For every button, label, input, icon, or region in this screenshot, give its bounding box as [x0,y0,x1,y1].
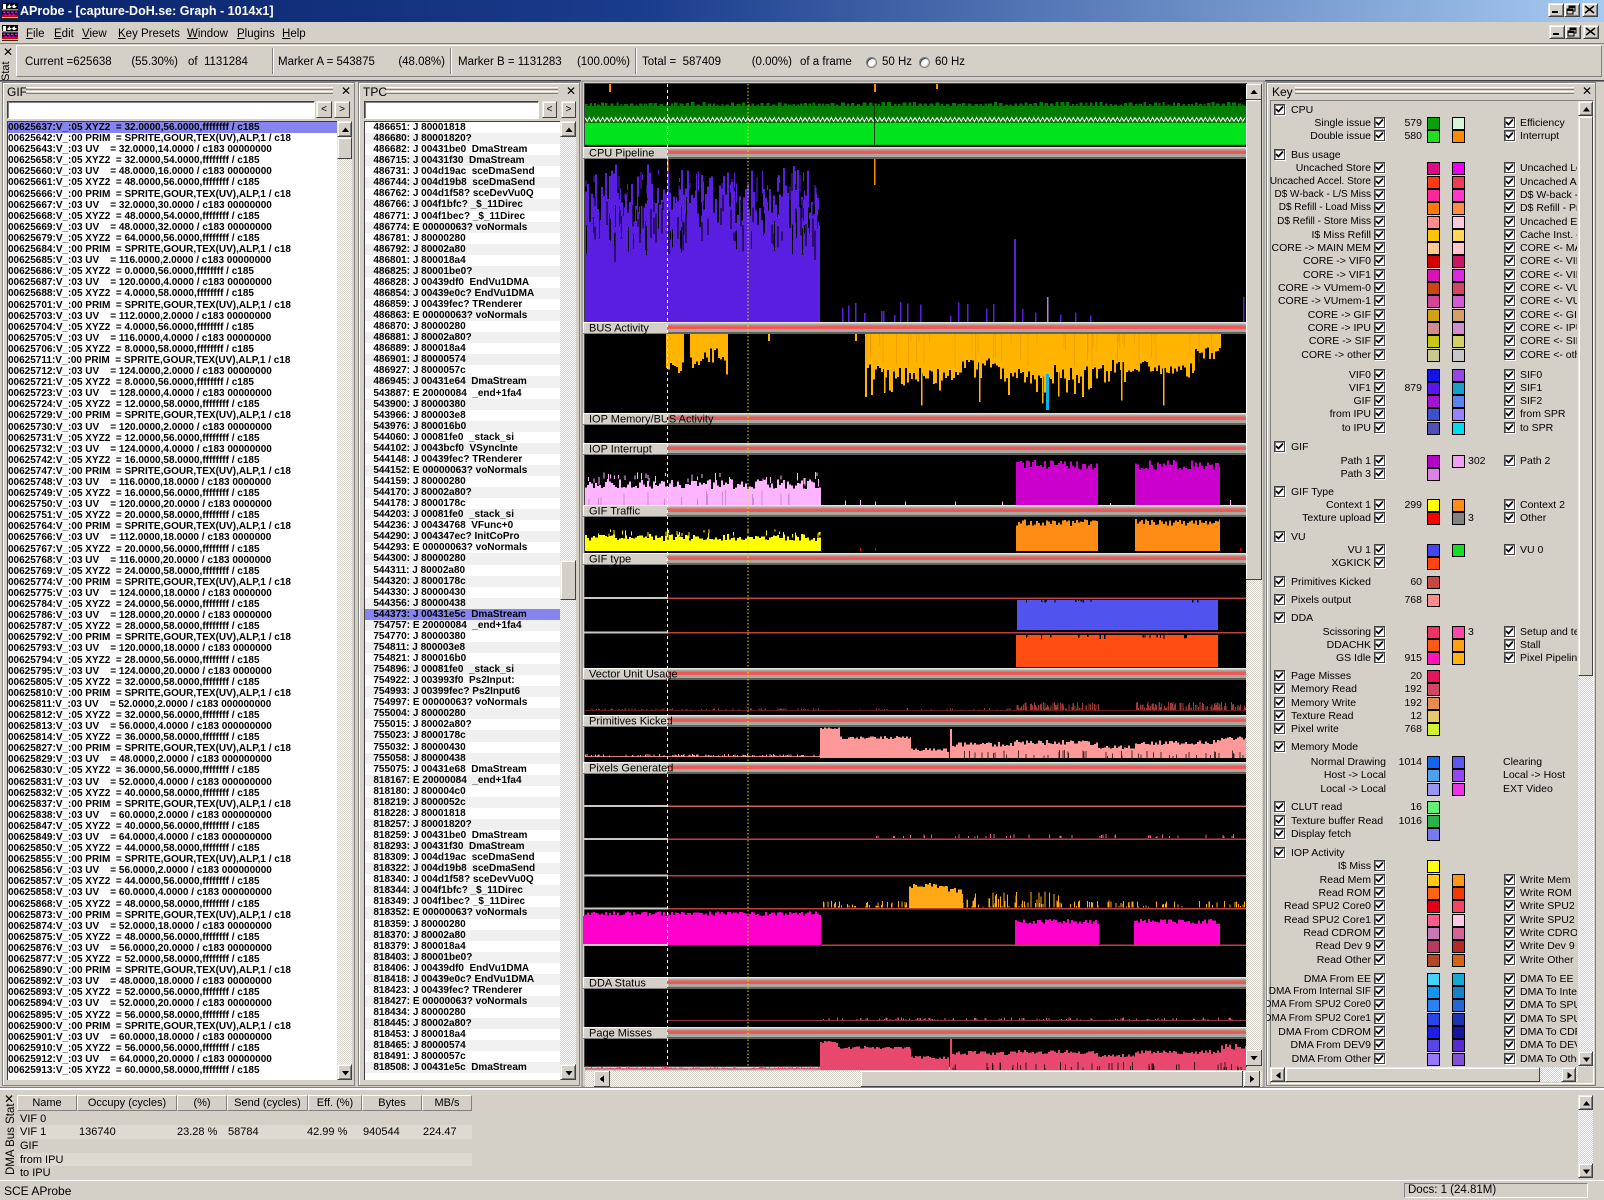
svg-text:IOP Memory/BUS Activity: IOP Memory/BUS Activity [589,414,714,426]
svg-text:Vector Unit Usage: Vector Unit Usage [589,669,678,681]
svg-text:Page Misses: Page Misses [589,1028,652,1040]
svg-text:Primitives Kicked: Primitives Kicked [589,716,673,728]
svg-text:GIF type: GIF type [589,554,631,566]
svg-text:BUS Activity: BUS Activity [589,323,649,335]
svg-text:DDA Status: DDA Status [589,978,646,990]
svg-text:CPU Pipeline: CPU Pipeline [589,148,654,160]
svg-text:GIF Traffic: GIF Traffic [589,506,641,518]
svg-text:Pixels Generated: Pixels Generated [589,763,673,775]
svg-text:IOP Interrupt: IOP Interrupt [589,444,652,456]
